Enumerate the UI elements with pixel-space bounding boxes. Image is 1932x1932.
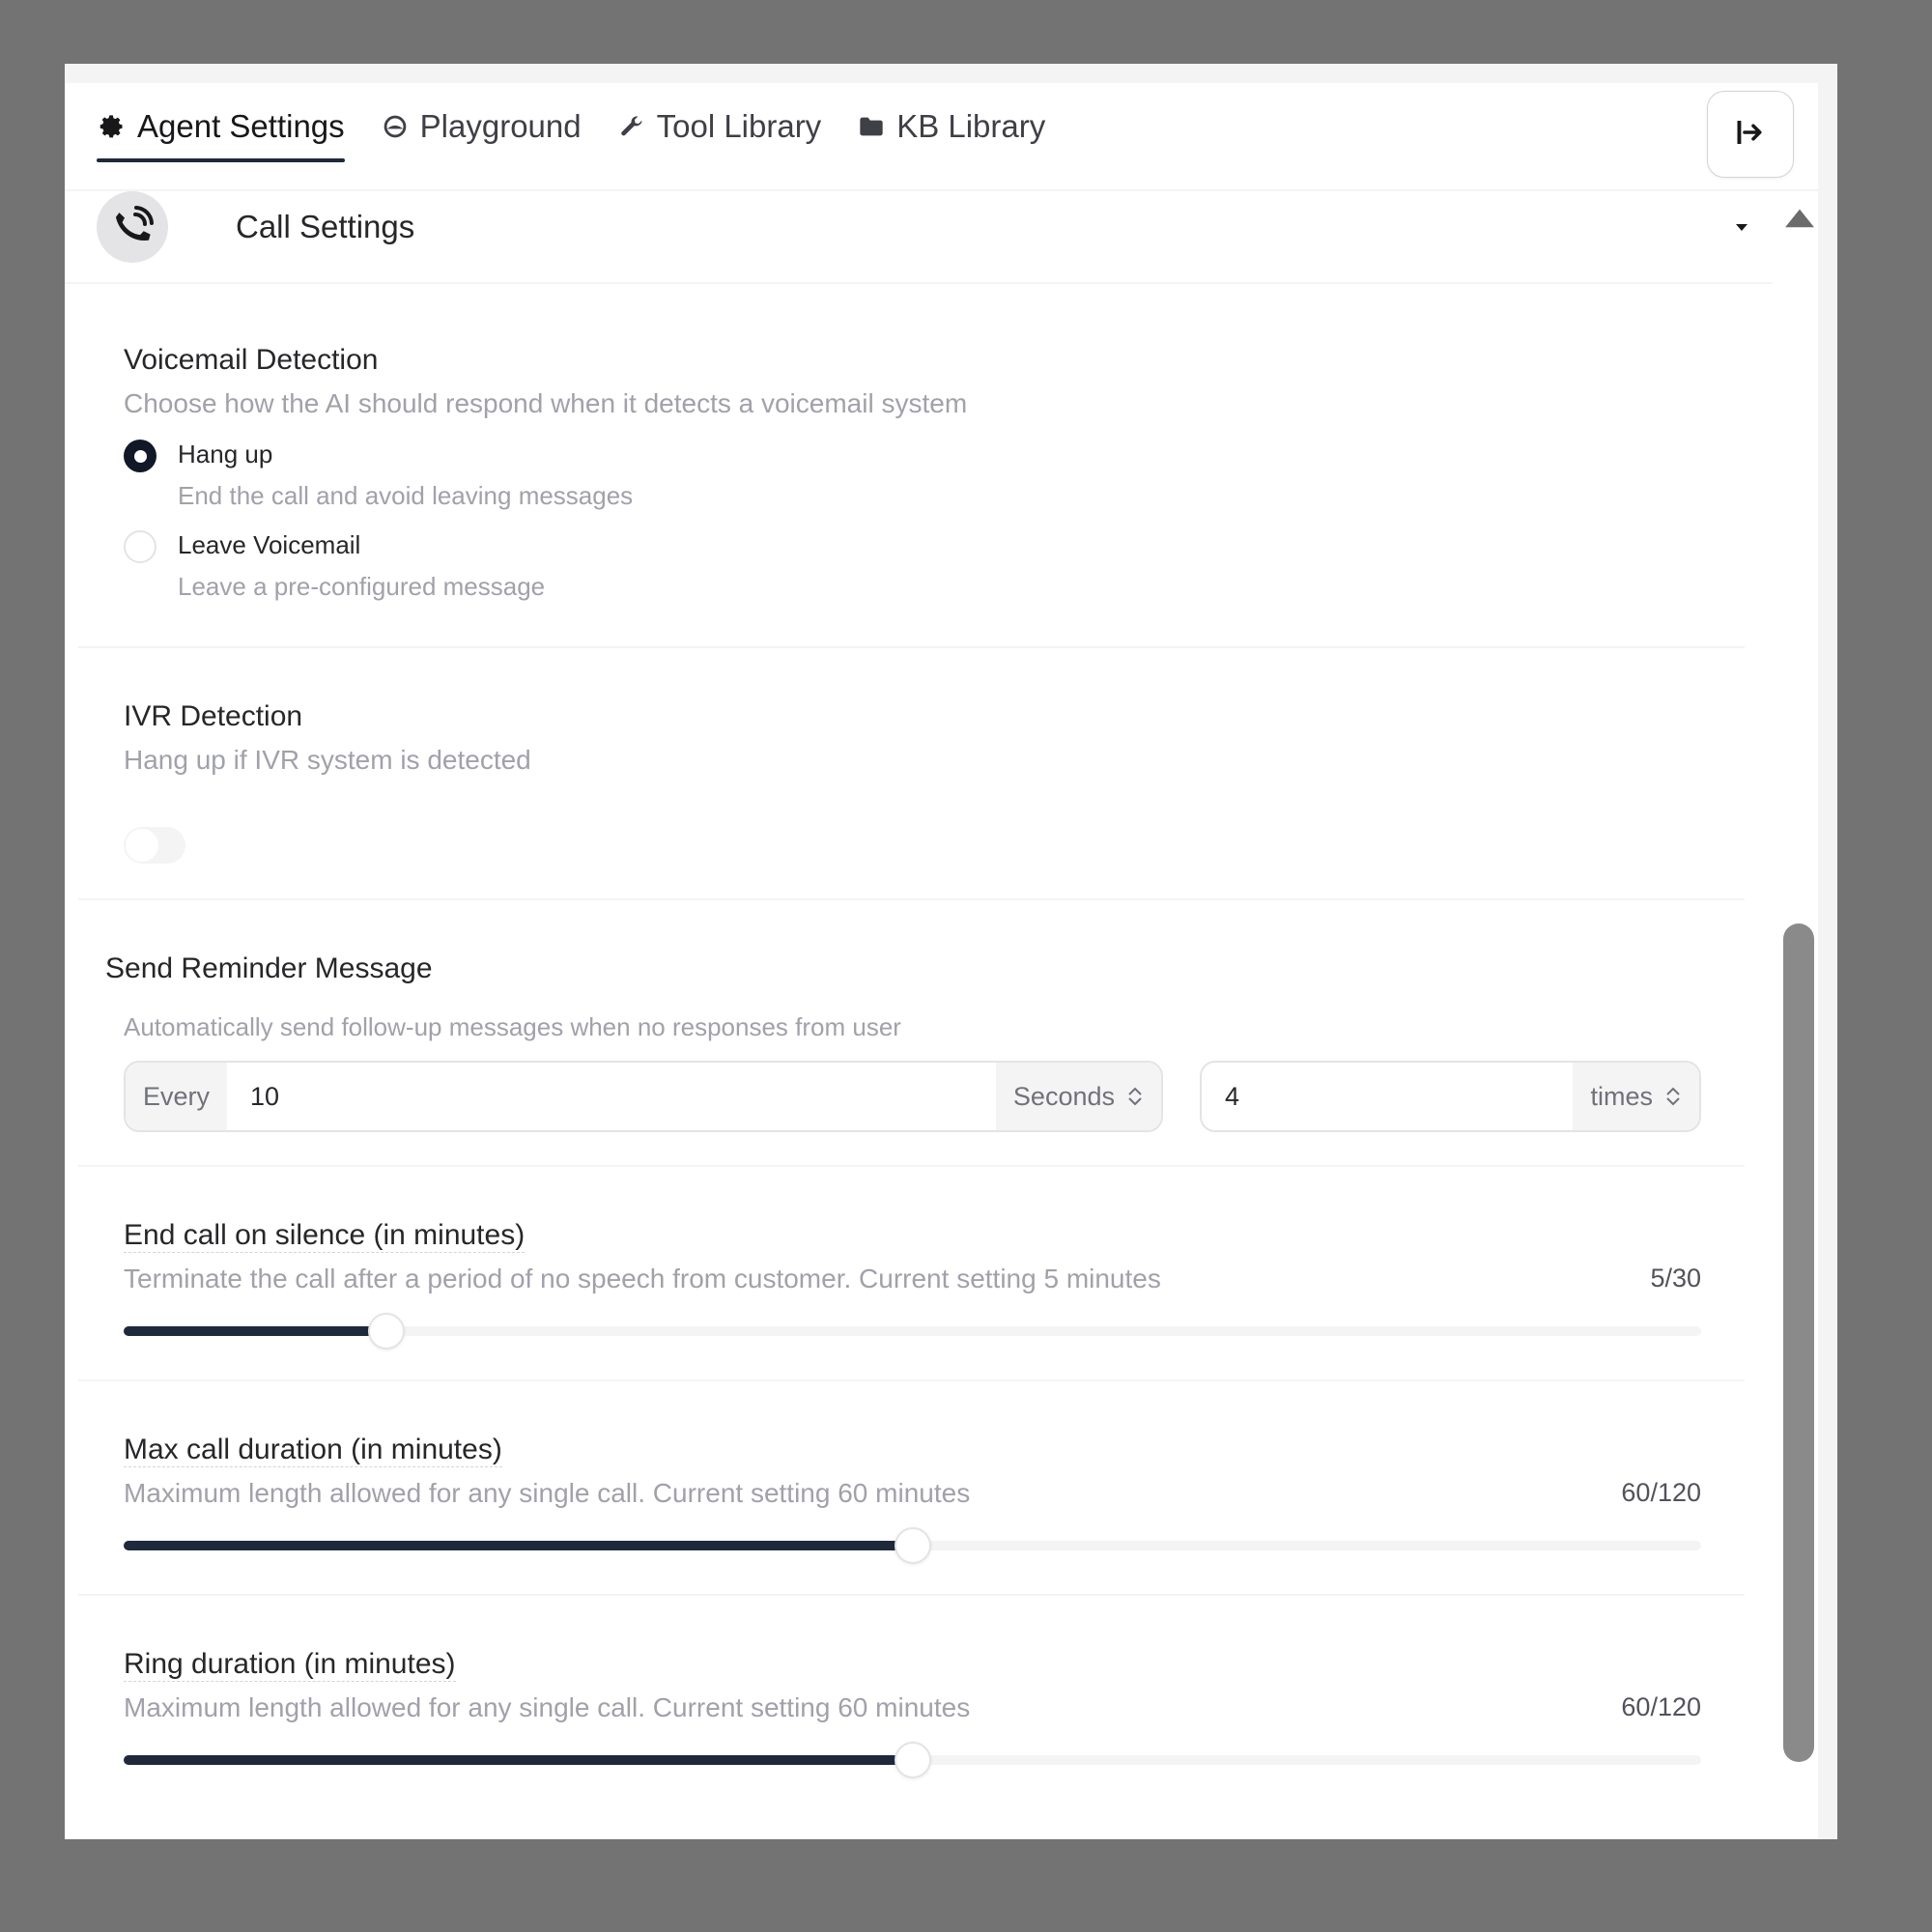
radio-hang-up[interactable]: Hang up End the call and avoid leaving m… [124, 440, 633, 511]
divider [78, 898, 1745, 900]
wrench-icon [616, 111, 647, 142]
tab-label: Playground [419, 108, 582, 144]
slider-fill [124, 1326, 387, 1336]
reminder-section: Send Reminder Message [105, 952, 433, 985]
divider [78, 1379, 1745, 1381]
tab-label: Agent Settings [137, 108, 345, 144]
count-unit-label: times [1590, 1081, 1653, 1111]
phone-call-icon [97, 191, 168, 263]
radio-button-selected[interactable] [124, 440, 156, 472]
ring-duration-setting: Ring duration (in minutes) Maximum lengt… [124, 1648, 1701, 1723]
radio-label: Leave Voicemail [178, 530, 361, 559]
settings-panel: Agent Settings Playground Tool Library K… [65, 64, 1837, 1839]
interval-unit-select[interactable]: Seconds [995, 1063, 1161, 1130]
every-prefix: Every [126, 1063, 228, 1130]
radio-button[interactable] [124, 530, 156, 563]
gear-icon [97, 111, 128, 142]
scrollbar-thumb[interactable] [1783, 923, 1814, 1762]
slider-fill [124, 1541, 913, 1550]
chevron-up-down-icon [1664, 1085, 1682, 1108]
reminder-title: Send Reminder Message [105, 952, 433, 984]
tab-kb-library[interactable]: KB Library [856, 99, 1045, 155]
ring-duration-slider[interactable] [124, 1742, 1701, 1780]
section-divider [65, 282, 1773, 284]
tab-tool-library[interactable]: Tool Library [616, 99, 822, 155]
collapse-panel-button[interactable] [1707, 91, 1794, 178]
reminder-description: Automatically send follow-up messages wh… [124, 1012, 901, 1041]
interval-value[interactable]: 10 [227, 1063, 996, 1130]
tab-playground[interactable]: Playground [380, 99, 582, 155]
silence-setting: End call on silence (in minutes) Termina… [124, 1219, 1701, 1294]
slider-description: Maximum length allowed for any single ca… [124, 1478, 971, 1508]
voicemail-description: Choose how the AI should respond when it… [124, 388, 968, 418]
radio-label: Hang up [178, 440, 273, 469]
interval-unit-label: Seconds [1012, 1081, 1115, 1111]
max-duration-setting: Max call duration (in minutes) Maximum l… [124, 1434, 1701, 1509]
divider [78, 1165, 1745, 1167]
scroll-up-arrow[interactable] [1780, 201, 1819, 234]
radio-description: Leave a pre-configured message [178, 572, 546, 601]
slider-counter: 60/120 [1621, 1478, 1701, 1507]
reminder-interval-input[interactable]: Every 10 Seconds [124, 1061, 1163, 1132]
slider-description: Terminate the call after a period of no … [124, 1264, 1161, 1293]
slider-title: Ring duration (in minutes) [124, 1648, 456, 1682]
slider-thumb[interactable] [368, 1313, 406, 1350]
tab-agent-settings[interactable]: Agent Settings [97, 99, 345, 162]
count-unit-select[interactable]: times [1573, 1063, 1699, 1130]
section-title: Call Settings [236, 209, 415, 244]
silence-slider[interactable] [124, 1313, 1701, 1351]
voicemail-title: Voicemail Detection [124, 344, 379, 376]
call-settings-header[interactable]: Call Settings [97, 191, 1777, 278]
ivr-description: Hang up if IVR system is detected [124, 745, 531, 775]
reminder-description-wrap: Automatically send follow-up messages wh… [124, 1012, 901, 1042]
radio-description: End the call and avoid leaving messages [178, 481, 634, 510]
ivr-toggle[interactable] [124, 827, 185, 864]
slider-title: End call on silence (in minutes) [124, 1219, 526, 1253]
panel-right-strip [1818, 64, 1837, 1839]
panel-top-strip [65, 64, 1837, 83]
slider-counter: 5/30 [1650, 1264, 1701, 1293]
ivr-section: IVR Detection Hang up if IVR system is d… [124, 700, 531, 776]
ivr-title: IVR Detection [124, 700, 303, 732]
folder-icon [856, 111, 887, 142]
playground-icon [380, 111, 411, 142]
exit-to-right-icon [1733, 115, 1768, 155]
count-value[interactable]: 4 [1202, 1063, 1573, 1130]
max-duration-slider[interactable] [124, 1527, 1701, 1566]
tab-label: KB Library [896, 108, 1046, 144]
divider [78, 646, 1745, 648]
slider-description: Maximum length allowed for any single ca… [124, 1692, 971, 1722]
voicemail-section: Voicemail Detection Choose how the AI sh… [124, 344, 967, 419]
chevron-up-down-icon [1126, 1085, 1144, 1108]
tab-bar: Agent Settings Playground Tool Library K… [97, 99, 1080, 185]
slider-title: Max call duration (in minutes) [124, 1434, 502, 1467]
caret-down-icon[interactable] [1729, 214, 1754, 240]
tab-label: Tool Library [656, 108, 822, 144]
slider-fill [124, 1755, 913, 1765]
slider-counter: 60/120 [1621, 1692, 1701, 1721]
reminder-count-input[interactable]: 4 times [1200, 1061, 1701, 1132]
slider-thumb[interactable] [894, 1527, 931, 1564]
slider-thumb[interactable] [894, 1742, 931, 1778]
radio-leave-voicemail[interactable]: Leave Voicemail Leave a pre-configured m… [124, 530, 545, 602]
divider [78, 1594, 1745, 1596]
